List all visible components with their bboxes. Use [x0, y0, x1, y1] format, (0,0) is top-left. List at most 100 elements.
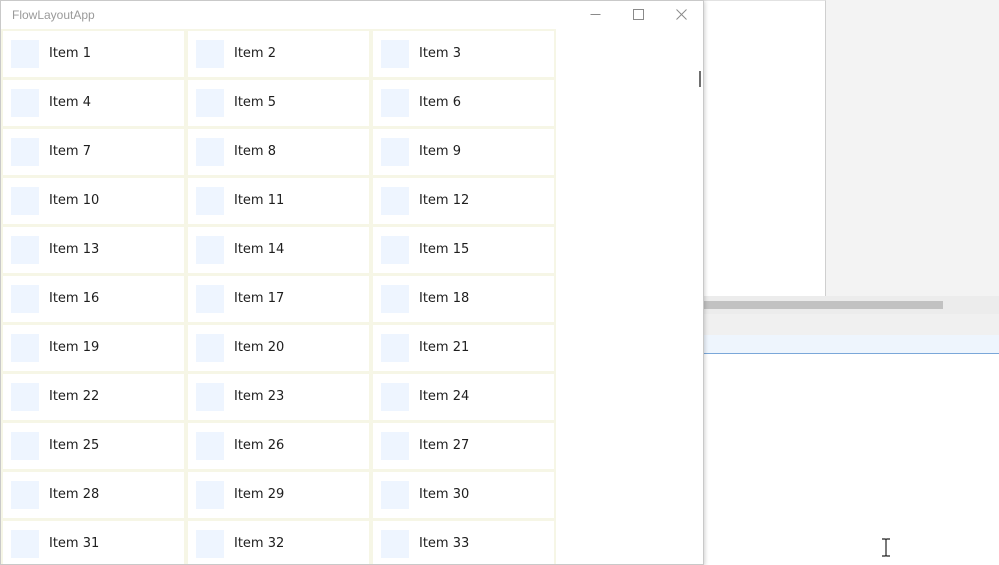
- item-label: Item 21: [419, 340, 470, 355]
- item-thumbnail: [11, 285, 39, 313]
- item-label: Item 30: [419, 487, 470, 502]
- item-thumbnail: [11, 89, 39, 117]
- item-thumbnail: [196, 89, 224, 117]
- grid-item[interactable]: Item 6: [371, 78, 556, 128]
- item-label: Item 33: [419, 536, 470, 551]
- item-thumbnail: [196, 334, 224, 362]
- item-label: Item 7: [49, 144, 91, 159]
- item-label: Item 13: [49, 242, 100, 257]
- item-label: Item 23: [234, 389, 285, 404]
- grid-item[interactable]: Item 27: [371, 421, 556, 471]
- grid-item[interactable]: Item 12: [371, 176, 556, 226]
- item-thumbnail: [381, 236, 409, 264]
- item-thumbnail: [196, 432, 224, 460]
- window-title: FlowLayoutApp: [12, 8, 95, 22]
- item-label: Item 19: [49, 340, 100, 355]
- item-label: Item 32: [234, 536, 285, 551]
- grid-item[interactable]: Item 29: [186, 470, 371, 520]
- background-scrollbar-thumb[interactable]: [703, 301, 943, 309]
- item-thumbnail: [196, 530, 224, 558]
- item-label: Item 5: [234, 95, 276, 110]
- grid-item[interactable]: Item 11: [186, 176, 371, 226]
- grid-item[interactable]: Item 4: [1, 78, 186, 128]
- grid-item[interactable]: Item 25: [1, 421, 186, 471]
- item-thumbnail: [11, 432, 39, 460]
- grid-item[interactable]: Item 32: [186, 519, 371, 564]
- item-label: Item 1: [49, 46, 91, 61]
- item-thumbnail: [381, 530, 409, 558]
- grid-item[interactable]: Item 9: [371, 127, 556, 177]
- grid-item[interactable]: Item 10: [1, 176, 186, 226]
- grid-item[interactable]: Item 31: [1, 519, 186, 564]
- grid-item[interactable]: Item 21: [371, 323, 556, 373]
- close-icon: [676, 9, 687, 20]
- background-editor-area[interactable]: [703, 354, 999, 565]
- item-label: Item 20: [234, 340, 285, 355]
- item-thumbnail: [381, 383, 409, 411]
- item-label: Item 11: [234, 193, 285, 208]
- item-label: Item 17: [234, 291, 285, 306]
- grid-item[interactable]: Item 20: [186, 323, 371, 373]
- grid-item[interactable]: Item 16: [1, 274, 186, 324]
- item-thumbnail: [196, 40, 224, 68]
- grid-item[interactable]: Item 7: [1, 127, 186, 177]
- grid-item[interactable]: Item 5: [186, 78, 371, 128]
- item-label: Item 22: [49, 389, 100, 404]
- grid-item[interactable]: Item 1: [1, 29, 186, 79]
- item-label: Item 6: [419, 95, 461, 110]
- item-thumbnail: [381, 187, 409, 215]
- desktop: FlowLayoutApp Item 1 Item 2 Item 3 Item 4 It…: [0, 0, 999, 565]
- item-label: Item 27: [419, 438, 470, 453]
- vertical-scroll-indicator[interactable]: [699, 71, 701, 87]
- item-thumbnail: [11, 187, 39, 215]
- item-label: Item 18: [419, 291, 470, 306]
- grid-item[interactable]: Item 23: [186, 372, 371, 422]
- grid-item[interactable]: Item 3: [371, 29, 556, 79]
- item-thumbnail: [196, 187, 224, 215]
- background-toolbar-strip: [703, 314, 999, 335]
- item-thumbnail: [11, 40, 39, 68]
- grid-item[interactable]: Item 33: [371, 519, 556, 564]
- item-thumbnail: [381, 89, 409, 117]
- item-thumbnail: [381, 432, 409, 460]
- item-label: Item 10: [49, 193, 100, 208]
- item-label: Item 4: [49, 95, 91, 110]
- item-label: Item 15: [419, 242, 470, 257]
- grid-item[interactable]: Item 14: [186, 225, 371, 275]
- text-cursor-icon: [882, 538, 890, 557]
- background-selected-line[interactable]: [703, 335, 999, 354]
- grid-item[interactable]: Item 28: [1, 470, 186, 520]
- grid-item[interactable]: Item 24: [371, 372, 556, 422]
- item-label: Item 28: [49, 487, 100, 502]
- item-label: Item 2: [234, 46, 276, 61]
- item-label: Item 25: [49, 438, 100, 453]
- grid-item[interactable]: Item 17: [186, 274, 371, 324]
- grid-item[interactable]: Item 19: [1, 323, 186, 373]
- flow-layout-content[interactable]: Item 1 Item 2 Item 3 Item 4 Item 5 Item 6 Item…: [1, 29, 703, 564]
- item-label: Item 9: [419, 144, 461, 159]
- flowlayout-app-window: FlowLayoutApp Item 1 Item 2 Item 3 Item 4 It…: [0, 0, 704, 565]
- item-thumbnail: [11, 236, 39, 264]
- item-label: Item 31: [49, 536, 100, 551]
- item-label: Item 3: [419, 46, 461, 61]
- grid-item[interactable]: Item 22: [1, 372, 186, 422]
- grid-item[interactable]: Item 26: [186, 421, 371, 471]
- item-thumbnail: [196, 138, 224, 166]
- grid-item[interactable]: Item 8: [186, 127, 371, 177]
- title-bar[interactable]: FlowLayoutApp: [1, 1, 703, 29]
- minimize-button[interactable]: [573, 1, 617, 29]
- grid-item[interactable]: Item 2: [186, 29, 371, 79]
- item-thumbnail: [381, 481, 409, 509]
- grid-item[interactable]: Item 15: [371, 225, 556, 275]
- item-label: Item 16: [49, 291, 100, 306]
- grid-item[interactable]: Item 18: [371, 274, 556, 324]
- item-thumbnail: [196, 285, 224, 313]
- grid-item[interactable]: Item 13: [1, 225, 186, 275]
- item-thumbnail: [381, 138, 409, 166]
- item-label: Item 8: [234, 144, 276, 159]
- item-thumbnail: [11, 530, 39, 558]
- grid-item[interactable]: Item 30: [371, 470, 556, 520]
- maximize-button[interactable]: [616, 1, 660, 29]
- item-thumbnail: [381, 40, 409, 68]
- close-button[interactable]: [659, 1, 703, 29]
